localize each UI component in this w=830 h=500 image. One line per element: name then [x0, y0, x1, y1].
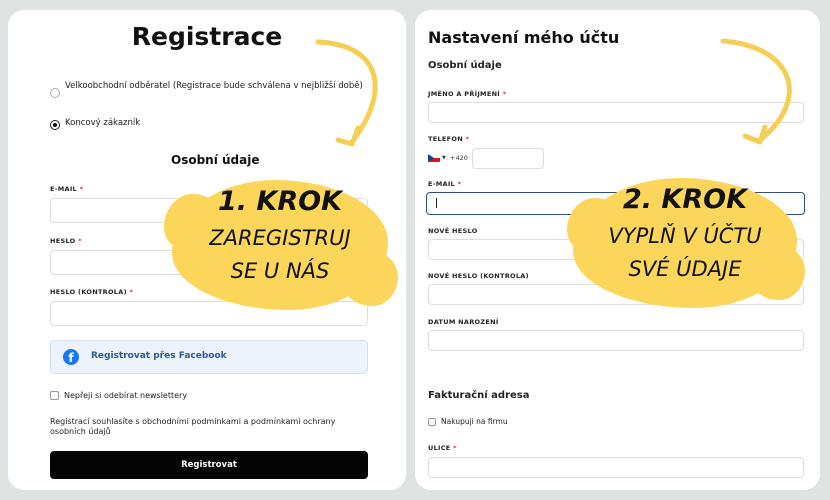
newsletter-checkbox[interactable]: [50, 391, 59, 400]
chevron-down-icon: ▼: [442, 155, 446, 161]
radio-wholesale[interactable]: [50, 88, 60, 98]
company-purchase-checkbox[interactable]: [428, 418, 436, 426]
new-password-confirm-label: NOVÉ HESLO (KONTROLA): [428, 272, 529, 280]
step2-line2: SVÉ ÚDAJE: [628, 257, 742, 281]
facebook-register-button[interactable]: f Registrovat přes Facebook: [50, 340, 368, 374]
radio-end-customer-label[interactable]: Koncový zákazník: [65, 117, 140, 130]
new-password-label: NOVÉ HESLO: [428, 227, 478, 235]
birthdate-input[interactable]: [428, 330, 804, 351]
radio-end-customer[interactable]: [50, 120, 60, 130]
facebook-icon: f: [63, 349, 79, 365]
account-title: Nastavení mého účtu: [428, 28, 620, 47]
phone-prefix: +420: [450, 154, 468, 162]
phone-country-select[interactable]: ▼ +420: [428, 149, 472, 169]
step2-line1: VYPLŇ V ÚČTU: [608, 224, 762, 248]
phone-label: TELEFON *: [428, 135, 470, 143]
street-label: ULICE *: [428, 444, 457, 452]
street-input[interactable]: [428, 457, 804, 478]
password-label: HESLO *: [50, 237, 82, 245]
facebook-register-label: Registrovat přes Facebook: [91, 351, 227, 361]
curved-arrow-icon: [315, 39, 378, 147]
czech-flag-icon: [428, 154, 440, 162]
step1-line1: ZAREGISTRUJ: [209, 226, 351, 250]
name-label: JMÉNO A PŘÍJMENÍ *: [428, 90, 507, 98]
step1-heading: 1. KROK: [217, 186, 343, 217]
password-confirm-label: HESLO (KONTROLA) *: [50, 288, 134, 296]
account-personal-heading: Osobní údaje: [428, 60, 502, 71]
phone-input[interactable]: [472, 148, 544, 169]
email-label: E-MAIL *: [50, 185, 84, 193]
personal-section-heading: Osobní údaje: [171, 153, 260, 167]
register-button[interactable]: Registrovat: [50, 451, 368, 479]
text-cursor: [436, 198, 437, 208]
terms-text: Registrací souhlasíte s obchodními podmí…: [50, 417, 336, 436]
billing-heading: Fakturační adresa: [428, 390, 530, 401]
step2-heading: 2. KROK: [622, 184, 748, 215]
newsletter-label[interactable]: Nepřeji si odebírat newslettery: [64, 391, 187, 401]
curved-arrow-icon: [720, 38, 792, 145]
birthdate-label: DATUM NAROZENÍ: [428, 318, 499, 326]
company-purchase-label[interactable]: Nakupuji na firmu: [441, 417, 508, 427]
step1-line2: SE U NÁS: [230, 259, 330, 283]
account-email-label: E-MAIL *: [428, 180, 462, 188]
